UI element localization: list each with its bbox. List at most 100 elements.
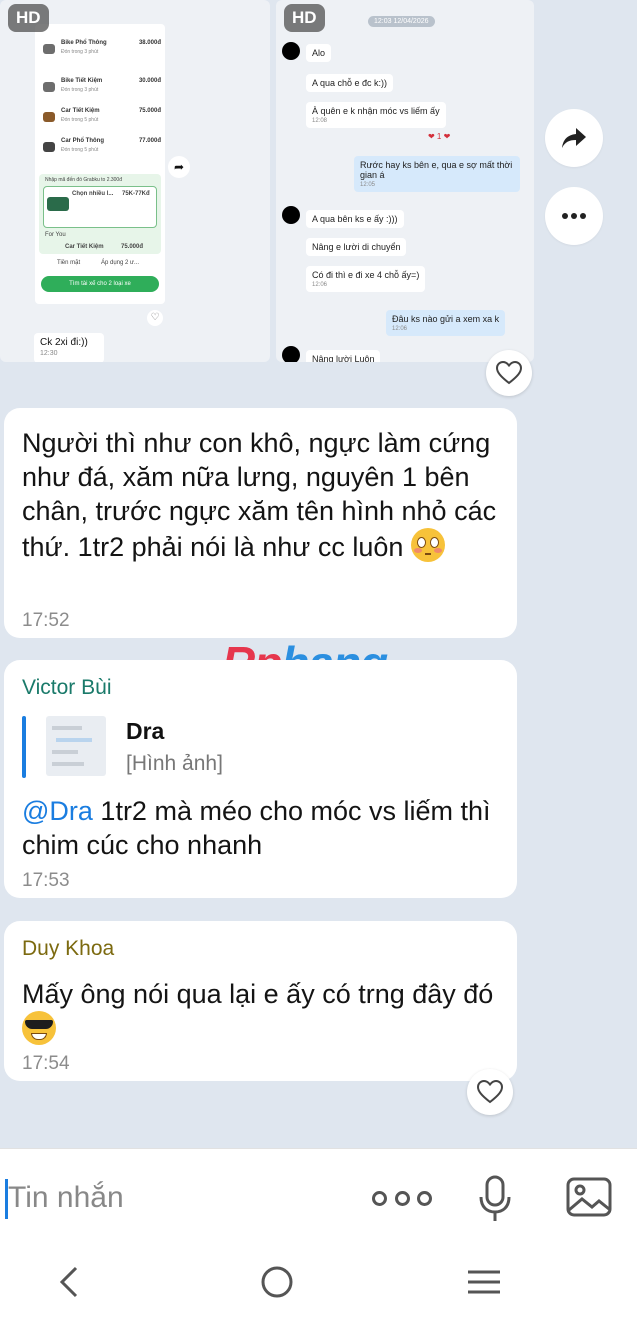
react-heart-button[interactable] bbox=[467, 1069, 513, 1115]
message-time: 17:54 bbox=[22, 1053, 70, 1074]
mini-date: 12:03 12/04/2026 bbox=[368, 16, 435, 27]
image-attachment-right[interactable]: HD 12:03 12/04/2026 Alo A qua chỗ e đc k… bbox=[276, 0, 534, 362]
for-you-label: For You bbox=[45, 232, 66, 238]
home-icon[interactable] bbox=[255, 1262, 299, 1302]
ride-price: 30.000đ bbox=[138, 78, 161, 84]
ride-price: 77.000đ bbox=[138, 138, 161, 144]
avatar bbox=[282, 346, 300, 362]
image-gallery-icon[interactable] bbox=[566, 1177, 612, 1217]
message-bubble[interactable]: Người thì như con khô, ngực làm cứng như… bbox=[4, 408, 517, 638]
for-you-price: 75.000đ bbox=[121, 244, 144, 250]
hd-badge: HD bbox=[8, 4, 49, 32]
ride-eta: Đón trong 5 phút bbox=[61, 117, 99, 123]
ride-row: Car Tiết Kiệm 75.000đ Đón trong 5 phút bbox=[43, 106, 161, 134]
mini-message: A qua bên ks e ấy :))) bbox=[306, 210, 404, 228]
react-heart-button[interactable] bbox=[486, 350, 532, 396]
message-body: Mấy ông nói qua lại e ấy có trng đây đó bbox=[22, 979, 494, 1009]
system-navigation-bar bbox=[0, 1244, 637, 1320]
ck-message-time: 12:30 bbox=[40, 350, 58, 357]
mini-message: Có đi thì e đi xe 4 chỗ ấy=) 12:06 bbox=[306, 266, 426, 292]
mini-message: Nâng e lười di chuyển bbox=[306, 238, 407, 256]
mini-message-time: 12:05 bbox=[360, 182, 376, 188]
quote-bar bbox=[22, 716, 26, 778]
ride-options-card: Bike Phổ Thông 38.000đ Đón trong 3 phút … bbox=[35, 24, 165, 304]
sender-name[interactable]: Victor Bùi bbox=[22, 676, 112, 700]
mini-message-text: Có đi thì e đi xe 4 chỗ ấy=) bbox=[312, 270, 420, 280]
for-you-item: Car Tiết Kiệm bbox=[65, 244, 104, 250]
bike-icon bbox=[43, 82, 55, 92]
ride-row: Bike Phổ Thông 38.000đ Đón trong 3 phút bbox=[43, 38, 161, 66]
mini-message-time: 12:08 bbox=[312, 118, 328, 124]
heart-icon bbox=[496, 361, 522, 385]
image-attachment-left[interactable]: Bike Phổ Thông 38.000đ Đón trong 3 phút … bbox=[0, 0, 270, 362]
payment-method: Tiền mặt bbox=[57, 260, 81, 266]
promo-box: Nhập mã đến đó Grabku to 2.300đ Chọn nhi… bbox=[39, 174, 161, 254]
car-icon bbox=[43, 112, 55, 122]
recent-apps-icon[interactable] bbox=[462, 1262, 506, 1302]
mini-message-text: Nâng e lười di chuyển bbox=[312, 242, 401, 252]
ck-message-text: Ck 2xi đi:)) bbox=[40, 337, 88, 348]
flushed-face-emoji-icon bbox=[410, 528, 445, 562]
more-actions-button[interactable] bbox=[372, 1181, 432, 1215]
ride-eta: Đón trong 5 phút bbox=[61, 147, 99, 153]
promo-choice-label: Chọn nhiều l... bbox=[72, 191, 114, 197]
quote-sender: Dra bbox=[126, 718, 165, 744]
mini-message-text: Đâu ks nào gửi a xem xa k bbox=[392, 314, 500, 324]
ride-name: Bike Tiết Kiệm bbox=[61, 78, 103, 84]
ck-message: Ck 2xi đi:)) 12:30 bbox=[34, 333, 104, 362]
message-time: 17:52 bbox=[22, 610, 70, 631]
heart-reaction-icon: ❤ 1 ❤ bbox=[428, 132, 451, 141]
find-driver-button: Tìm tài xế cho 2 loại xe bbox=[41, 276, 159, 292]
dot-icon bbox=[417, 1190, 432, 1206]
more-options-button[interactable] bbox=[545, 187, 603, 245]
heart-icon: ♡ bbox=[147, 310, 163, 326]
sunglasses-face-emoji-icon bbox=[22, 1011, 56, 1045]
microphone-icon[interactable] bbox=[478, 1175, 512, 1223]
ride-name: Car Phổ Thông bbox=[61, 138, 104, 144]
ride-price: 75.000đ bbox=[138, 108, 161, 114]
message-text: @Dra 1tr2 mà méo cho móc vs liếm thì chi… bbox=[22, 794, 502, 862]
ride-row: Bike Tiết Kiệm 30.000đ Đón trong 3 phút bbox=[43, 76, 161, 104]
share-icon: ➦ bbox=[168, 156, 190, 178]
heart-icon bbox=[477, 1080, 503, 1104]
mini-message-time: 12:06 bbox=[312, 282, 328, 288]
message-time: 17:53 bbox=[22, 870, 70, 891]
ride-eta: Đón trong 3 phút bbox=[61, 49, 99, 55]
message-bubble[interactable]: Victor Bùi Dra [Hình ảnh] @Dra 1tr2 mà m… bbox=[4, 660, 517, 898]
message-text: Người thì như con khô, ngực làm cứng như… bbox=[22, 426, 499, 564]
message-composer: Tin nhắn bbox=[0, 1148, 637, 1244]
promo-choice: Chọn nhiều l... 75K-77Kđ bbox=[43, 186, 157, 228]
mini-message-mine: Đâu ks nào gửi a xem xa k 12:06 bbox=[386, 310, 506, 336]
more-icon bbox=[562, 213, 586, 219]
reply-quote[interactable]: Dra [Hình ảnh] bbox=[22, 716, 482, 778]
hd-badge: HD bbox=[284, 4, 325, 32]
quote-type: [Hình ảnh] bbox=[126, 752, 223, 775]
mini-message: Alo bbox=[306, 44, 332, 62]
mention-link[interactable]: @Dra bbox=[22, 796, 93, 826]
promo-note: Nhập mã đến đó Grabku to 2.300đ bbox=[45, 177, 122, 183]
mini-message-mine: Rước hay ks bên e, qua e sợ mất thời gia… bbox=[354, 156, 520, 192]
avatar bbox=[282, 42, 300, 60]
ride-name: Car Tiết Kiệm bbox=[61, 108, 100, 114]
sender-name[interactable]: Duy Khoa bbox=[22, 937, 114, 961]
car-icon bbox=[47, 197, 69, 211]
ride-name: Bike Phổ Thông bbox=[61, 40, 107, 46]
mini-message-text: A qua chỗ e đc k:)) bbox=[312, 78, 388, 88]
car-icon bbox=[43, 142, 55, 152]
ride-eta: Đón trong 3 phút bbox=[61, 87, 99, 93]
message-input[interactable]: Tin nhắn bbox=[8, 1181, 124, 1215]
promo-price: 75K-77Kđ bbox=[122, 191, 150, 197]
mini-message: À quên e k nhận móc vs liếm ấy 12:08 bbox=[306, 102, 446, 128]
back-icon[interactable] bbox=[48, 1262, 92, 1302]
mini-message-text: Nâng lười Luôn bbox=[312, 354, 375, 362]
mini-message-text: A qua bên ks e ấy :))) bbox=[312, 214, 398, 224]
avatar bbox=[282, 206, 300, 224]
message-body: 1tr2 mà méo cho móc vs liếm thì chim cúc… bbox=[22, 796, 491, 860]
message-bubble[interactable]: Duy Khoa Mấy ông nói qua lại e ấy có trn… bbox=[4, 921, 517, 1081]
forward-button[interactable] bbox=[545, 109, 603, 167]
dot-icon bbox=[372, 1190, 387, 1206]
mini-message-text: Alo bbox=[312, 48, 326, 58]
message-text: Mấy ông nói qua lại e ấy có trng đây đó bbox=[22, 977, 502, 1047]
ride-price: 38.000đ bbox=[138, 40, 161, 46]
forward-icon bbox=[562, 128, 586, 148]
